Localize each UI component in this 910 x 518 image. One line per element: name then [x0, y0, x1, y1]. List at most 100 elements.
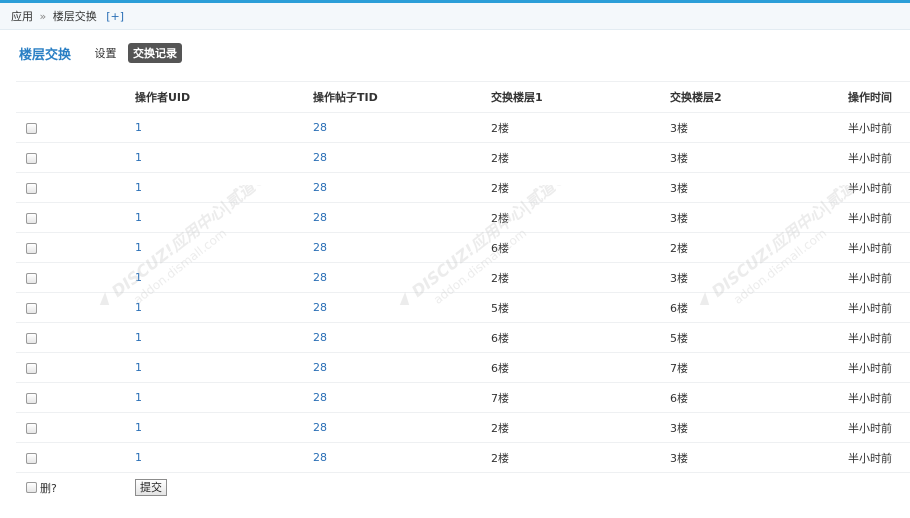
thread-tid-link[interactable]: 28: [313, 442, 491, 473]
breadcrumb-current: 楼层交换: [52, 10, 97, 23]
row-checkbox[interactable]: [26, 392, 37, 404]
table-row: 1 28 2楼 3楼 半小时前: [16, 412, 910, 443]
table-row: 1 28 6楼 2楼 半小时前: [16, 232, 910, 263]
floor-2-cell: 3楼: [670, 202, 848, 233]
operator-uid-link[interactable]: 1: [135, 142, 313, 173]
floor-2-cell: 3楼: [670, 442, 848, 473]
row-checkbox[interactable]: [26, 242, 37, 254]
table-row: 1 28 2楼 3楼 半小时前: [16, 142, 910, 173]
header-select: [16, 81, 135, 113]
row-checkbox[interactable]: [26, 422, 37, 434]
thread-tid-link[interactable]: 28: [313, 112, 491, 143]
floor-1-cell: 5楼: [491, 292, 670, 323]
header-floor-2: 交换楼层2: [670, 81, 848, 113]
table-row: 1 28 2楼 3楼 半小时前: [16, 202, 910, 233]
time-cell: 半小时前: [848, 442, 910, 473]
table-row: 1 28 2楼 3楼 半小时前: [16, 442, 910, 473]
page-title: 楼层交换: [19, 47, 72, 63]
operator-uid-link[interactable]: 1: [135, 172, 313, 203]
submit-button[interactable]: 提交: [135, 479, 167, 496]
time-cell: 半小时前: [848, 172, 910, 203]
breadcrumb-app-link[interactable]: 应用: [11, 10, 33, 23]
operator-uid-link[interactable]: 1: [135, 322, 313, 353]
breadcrumb: 应用 » 楼层交换 [+]: [0, 3, 910, 30]
thread-tid-link[interactable]: 28: [313, 412, 491, 443]
row-checkbox[interactable]: [26, 212, 37, 224]
floor-2-cell: 3楼: [670, 142, 848, 173]
time-cell: 半小时前: [848, 382, 910, 413]
floor-1-cell: 7楼: [491, 382, 670, 413]
floor-2-cell: 3楼: [670, 262, 848, 293]
add-to-menu-link[interactable]: [+]: [106, 10, 124, 23]
table-row: 1 28 5楼 6楼 半小时前: [16, 292, 910, 323]
table-row: 1 28 2楼 3楼 半小时前: [16, 262, 910, 293]
header-floor-1: 交换楼层1: [491, 81, 670, 113]
thread-tid-link[interactable]: 28: [313, 232, 491, 263]
row-checkbox[interactable]: [26, 362, 37, 374]
time-cell: 半小时前: [848, 232, 910, 263]
tab-settings[interactable]: 设置: [95, 45, 117, 61]
thread-tid-link[interactable]: 28: [313, 172, 491, 203]
thread-tid-link[interactable]: 28: [313, 262, 491, 293]
floor-2-cell: 6楼: [670, 382, 848, 413]
row-checkbox[interactable]: [26, 182, 37, 194]
time-cell: 半小时前: [848, 412, 910, 443]
time-cell: 半小时前: [848, 322, 910, 353]
floor-2-cell: 2楼: [670, 232, 848, 263]
thread-tid-link[interactable]: 28: [313, 352, 491, 383]
operator-uid-link[interactable]: 1: [135, 292, 313, 323]
thread-tid-link[interactable]: 28: [313, 142, 491, 173]
time-cell: 半小时前: [848, 262, 910, 293]
table-row: 1 28 7楼 6楼 半小时前: [16, 382, 910, 413]
row-checkbox[interactable]: [26, 272, 37, 284]
operator-uid-link[interactable]: 1: [135, 382, 313, 413]
operator-uid-link[interactable]: 1: [135, 412, 313, 443]
row-checkbox[interactable]: [26, 122, 37, 134]
header-thread-tid: 操作帖子TID: [313, 81, 491, 113]
table-row: 1 28 2楼 3楼 半小时前: [16, 112, 910, 143]
floor-1-cell: 2楼: [491, 202, 670, 233]
delete-label: 删?: [40, 481, 57, 495]
header-operator-uid: 操作者UID: [135, 81, 313, 113]
operator-uid-link[interactable]: 1: [135, 352, 313, 383]
delete-checkbox[interactable]: [26, 482, 37, 493]
tab-exchange-records[interactable]: 交换记录: [128, 43, 183, 63]
floor-1-cell: 2楼: [491, 142, 670, 173]
row-checkbox[interactable]: [26, 332, 37, 344]
table-footer-row: 删? 提交: [16, 472, 910, 502]
floor-1-cell: 2楼: [491, 262, 670, 293]
time-cell: 半小时前: [848, 202, 910, 233]
row-checkbox[interactable]: [26, 452, 37, 464]
time-cell: 半小时前: [848, 112, 910, 143]
table-row: 1 28 6楼 5楼 半小时前: [16, 322, 910, 353]
floor-2-cell: 3楼: [670, 412, 848, 443]
table-row: 1 28 6楼 7楼 半小时前: [16, 352, 910, 383]
thread-tid-link[interactable]: 28: [313, 292, 491, 323]
row-checkbox[interactable]: [26, 302, 37, 314]
time-cell: 半小时前: [848, 292, 910, 323]
thread-tid-link[interactable]: 28: [313, 202, 491, 233]
operator-uid-link[interactable]: 1: [135, 232, 313, 263]
thread-tid-link[interactable]: 28: [313, 382, 491, 413]
operator-uid-link[interactable]: 1: [135, 202, 313, 233]
breadcrumb-separator: »: [39, 10, 47, 23]
floor-2-cell: 3楼: [670, 112, 848, 143]
thread-tid-link[interactable]: 28: [313, 322, 491, 353]
floor-2-cell: 6楼: [670, 292, 848, 323]
floor-1-cell: 6楼: [491, 322, 670, 353]
floor-2-cell: 3楼: [670, 172, 848, 203]
floor-2-cell: 5楼: [670, 322, 848, 353]
page-header: 楼层交换 设置 交换记录: [19, 43, 183, 63]
operator-uid-link[interactable]: 1: [135, 442, 313, 473]
exchange-records-table: 操作者UID 操作帖子TID 交换楼层1 交换楼层2 操作时间 1 28 2楼 …: [16, 81, 910, 502]
time-cell: 半小时前: [848, 142, 910, 173]
table-header-row: 操作者UID 操作帖子TID 交换楼层1 交换楼层2 操作时间: [16, 81, 910, 113]
floor-1-cell: 2楼: [491, 412, 670, 443]
floor-1-cell: 2楼: [491, 442, 670, 473]
floor-1-cell: 2楼: [491, 112, 670, 143]
floor-1-cell: 6楼: [491, 352, 670, 383]
row-checkbox[interactable]: [26, 152, 37, 164]
header-operation-time: 操作时间: [848, 81, 910, 113]
operator-uid-link[interactable]: 1: [135, 112, 313, 143]
operator-uid-link[interactable]: 1: [135, 262, 313, 293]
